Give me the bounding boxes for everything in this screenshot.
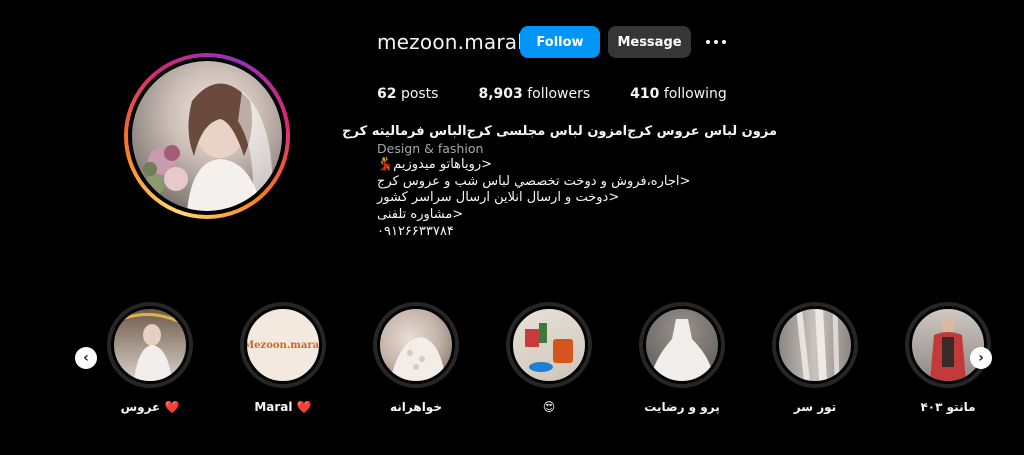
- highlight-gown-image: [650, 319, 714, 381]
- highlight-veil-image: [796, 309, 840, 381]
- message-button[interactable]: Message: [608, 26, 691, 58]
- highlight-label: Maral ❤️: [254, 400, 312, 414]
- username: mezoon.maral: [377, 30, 523, 54]
- highlight-cover: [377, 306, 455, 384]
- bio: مزون لباس عروس کرج‌امزون لباس مجلسی کرج‌…: [342, 124, 777, 240]
- highlight-ring: Mezoon.maral: [240, 302, 326, 388]
- highlight-ring: [639, 302, 725, 388]
- avatar-gap: [128, 57, 286, 215]
- highlight-item[interactable]: پرو و رضایت: [639, 302, 725, 414]
- more-icon[interactable]: [703, 32, 729, 52]
- bio-line: <دوخت و ارسال انلاين ارسال سراسر کشور: [377, 190, 620, 206]
- highlight-item[interactable]: Mezoon.maral Maral ❤️: [240, 302, 326, 414]
- highlight-ring: [905, 302, 991, 388]
- follow-button[interactable]: Follow: [520, 26, 600, 58]
- brand-logo-text: Mezoon.maral: [244, 339, 322, 351]
- highlight-label: عروس ❤️: [120, 400, 180, 414]
- highlight-lace-image: [390, 337, 446, 381]
- highlight-item[interactable]: خواهرانه: [373, 302, 459, 414]
- heart-eyes-icon: 😍: [542, 400, 556, 414]
- highlight-ring: [506, 302, 592, 388]
- highlight-bride-image: [121, 313, 179, 381]
- posts-label: posts: [400, 86, 439, 102]
- followers-label: followers: [527, 86, 591, 102]
- bio-line: <مشاوره تلفنی: [377, 206, 464, 222]
- highlight-tea-image: [525, 323, 573, 372]
- avatar-bride-image: [143, 83, 273, 211]
- highlight-ring: [107, 302, 193, 388]
- followers-count: 8,903: [478, 86, 523, 102]
- highlight-label: مانتو ۴۰۳: [920, 400, 976, 414]
- heart-icon: ❤️: [296, 400, 312, 414]
- profile-stats: 62 posts 8,903 followers 410 following: [377, 86, 767, 102]
- posts-stat: 62 posts: [377, 86, 438, 102]
- following-count: 410: [630, 86, 660, 102]
- highlight-cover: [776, 306, 854, 384]
- bio-line: <رویاهاتو میدوزیم💃: [377, 157, 493, 173]
- bio-name: مزون لباس عروس کرج‌امزون لباس مجلسی کرج‌…: [342, 124, 777, 139]
- highlight-label: پرو و رضایت: [644, 400, 720, 414]
- highlight-coat-image: [930, 317, 966, 381]
- highlight-cover: [909, 306, 987, 384]
- highlight-cover: [643, 306, 721, 384]
- chevron-right-icon[interactable]: ›: [970, 347, 992, 369]
- posts-count: 62: [377, 86, 397, 102]
- following-stat[interactable]: 410 following: [630, 86, 727, 102]
- highlight-item[interactable]: تور سر: [772, 302, 858, 414]
- profile-avatar-ring[interactable]: [124, 53, 290, 219]
- highlight-cover: Mezoon.maral: [244, 306, 322, 384]
- highlight-label: تور سر: [793, 400, 837, 414]
- followers-stat[interactable]: 8,903 followers: [478, 86, 590, 102]
- highlight-cover: [510, 306, 588, 384]
- bio-category: Design & fashion: [377, 140, 484, 156]
- avatar[interactable]: [132, 61, 282, 211]
- highlight-ring: [772, 302, 858, 388]
- bio-line: <اجاره،فروش و دوخت تخصصي لباس شب و عروس …: [377, 173, 691, 189]
- heart-icon: ❤️: [164, 400, 180, 414]
- chevron-left-icon[interactable]: ‹: [75, 347, 97, 369]
- highlight-label: 😍: [543, 400, 556, 414]
- highlight-cover: [111, 306, 189, 384]
- highlight-label: خواهرانه: [390, 400, 442, 414]
- following-label: following: [663, 86, 727, 102]
- highlight-ring: [373, 302, 459, 388]
- bio-phone: ۰۹۱۲۶۶۳۳۷۸۴: [377, 223, 454, 239]
- highlight-item[interactable]: عروس ❤️: [107, 302, 193, 414]
- highlight-item[interactable]: 😍: [506, 302, 592, 414]
